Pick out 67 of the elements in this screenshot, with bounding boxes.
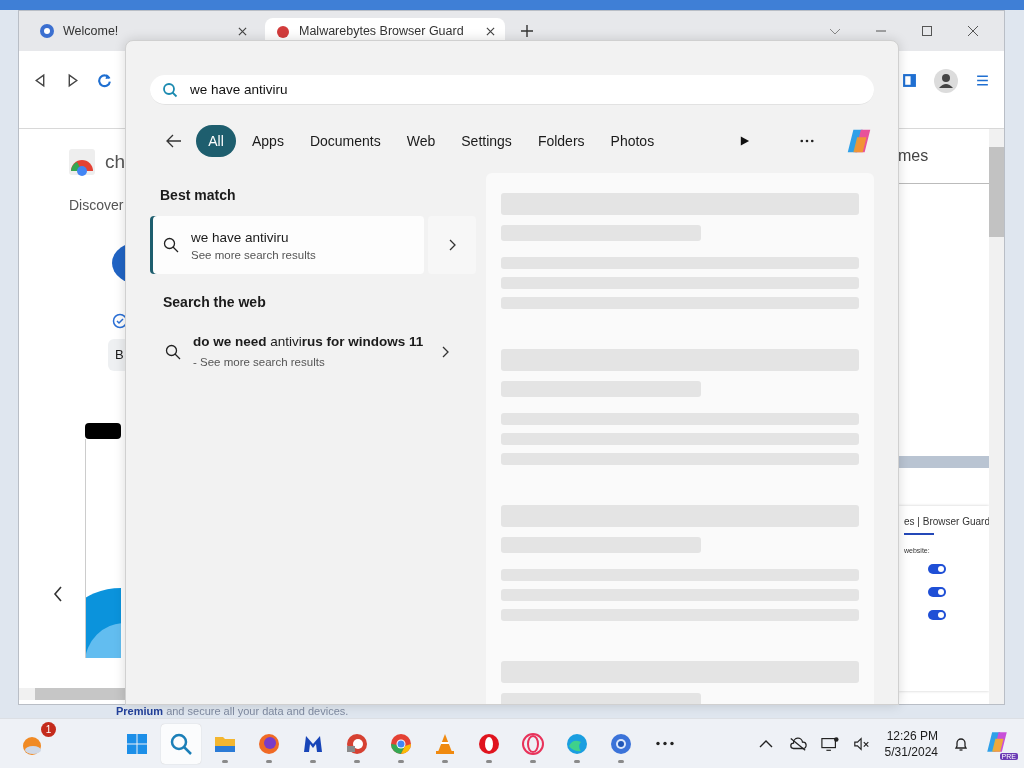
profile-icon[interactable] — [934, 69, 958, 93]
o-logo-icon — [477, 731, 501, 756]
vertical-scrollbar[interactable] — [989, 129, 1004, 704]
shield-icon — [275, 23, 291, 39]
browser-tab[interactable]: Welcome! — [29, 18, 257, 44]
reload-icon[interactable] — [97, 73, 112, 88]
close-icon[interactable] — [238, 26, 247, 36]
more-icon — [655, 740, 675, 747]
store-logo-icon — [67, 147, 97, 177]
new-tab-icon[interactable] — [521, 25, 533, 37]
chevron-right-icon[interactable] — [441, 346, 449, 358]
previous-icon[interactable] — [53, 586, 63, 602]
maximize-icon[interactable] — [921, 25, 933, 37]
filter-tab[interactable]: Web — [396, 125, 446, 157]
close-icon[interactable] — [486, 26, 495, 36]
filter-tab[interactable]: Apps — [242, 125, 294, 157]
clock[interactable]: 12:26 PM 5/31/2024 — [884, 727, 938, 760]
scrollbar-thumb[interactable] — [989, 147, 1004, 237]
notification-badge: 1 — [41, 721, 56, 737]
o-ring-icon — [521, 731, 545, 756]
clock-date: 5/31/2024 — [884, 743, 938, 760]
search-icon — [169, 731, 193, 756]
search-field[interactable]: we have antiviru — [150, 75, 874, 105]
filter-tab[interactable]: Documents — [299, 125, 391, 157]
search-icon — [162, 82, 178, 98]
panel-title: es | Browser Guard — [904, 515, 989, 529]
chevron-right-icon — [448, 239, 456, 251]
page-text: Premium and secure all your data and devices. — [116, 705, 349, 718]
filter-tab[interactable]: Photos — [600, 125, 665, 157]
close-icon[interactable] — [967, 25, 979, 37]
chromium-icon — [609, 731, 633, 756]
taskbar-app[interactable] — [161, 723, 201, 764]
chrome-icon — [389, 731, 413, 756]
search-icon — [165, 344, 181, 360]
filter-tab[interactable]: Settings — [451, 125, 522, 157]
section-heading: Search the web — [163, 294, 267, 310]
verified-icon — [112, 313, 126, 329]
page-heading: ch — [105, 151, 126, 173]
search-icon — [163, 237, 179, 253]
sidebar-icon[interactable] — [902, 73, 917, 88]
fox-globe-icon — [257, 731, 281, 756]
toggle-switch[interactable] — [928, 610, 946, 620]
bell-icon[interactable] — [952, 735, 970, 752]
toggle-switch[interactable] — [928, 587, 946, 597]
more-icon[interactable] — [800, 139, 814, 143]
cloud-off-icon[interactable] — [788, 735, 807, 752]
windows-icon — [125, 731, 149, 756]
weather-widget[interactable]: 1 — [20, 721, 56, 758]
result-title: we have antiviru — [191, 229, 290, 245]
clock-time: 12:26 PM — [886, 727, 938, 744]
web-suggestion[interactable]: do we need antivirus for windows 11 - See more search results — [193, 332, 429, 372]
page-button[interactable]: B — [108, 339, 126, 371]
play-icon[interactable] — [739, 135, 750, 147]
filter-tab[interactable]: Folders — [527, 125, 595, 157]
filter-tab[interactable]: All — [196, 125, 236, 157]
monitor-icon[interactable] — [820, 735, 839, 752]
menu-icon[interactable] — [975, 73, 990, 88]
section-heading: Best match — [160, 187, 237, 203]
c-logo-icon — [345, 731, 369, 756]
toggle-switch[interactable] — [928, 564, 946, 574]
page-subheading: Discover — [69, 197, 125, 213]
globe-icon — [39, 23, 55, 39]
speaker-muted-icon[interactable] — [852, 735, 871, 752]
back-arrow-icon[interactable] — [166, 134, 182, 148]
result-subtitle: See more search results — [191, 248, 316, 261]
wave-icon — [565, 731, 589, 756]
best-match-result[interactable]: we have antiviru See more search results — [150, 216, 424, 274]
